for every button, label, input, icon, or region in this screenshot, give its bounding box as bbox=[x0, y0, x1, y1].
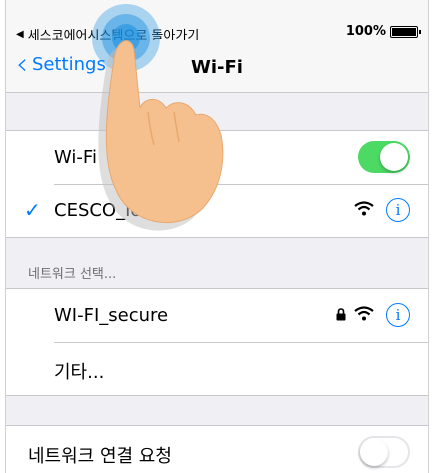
checkmark-icon: ✓ bbox=[24, 198, 41, 222]
wifi-signal-icon bbox=[354, 306, 374, 321]
network-info-button[interactable]: i bbox=[386, 198, 410, 222]
tap-gesture-hand-icon bbox=[92, 4, 224, 231]
battery-percent: 100% bbox=[345, 24, 386, 39]
battery-status: 100% bbox=[345, 24, 421, 39]
other-network-label: 기타... bbox=[54, 362, 105, 383]
ask-to-join-row: 네트워크 연결 요청 bbox=[6, 426, 428, 473]
choose-network-header: 네트워크 선택... bbox=[28, 267, 117, 282]
ask-to-join-label: 네트워크 연결 요청 bbox=[28, 446, 172, 467]
network-row[interactable]: WI-FI_secure i bbox=[6, 289, 428, 342]
ask-to-join-toggle[interactable] bbox=[358, 436, 410, 468]
phone-screen: ◀ 세스코에어시스템으로 돌아가기 100% ‹ Settings Wi-Fi … bbox=[5, 0, 429, 473]
wifi-toggle[interactable] bbox=[358, 141, 410, 173]
network-info-button[interactable]: i bbox=[386, 303, 410, 327]
wifi-signal-icon bbox=[354, 201, 374, 216]
networks-section: WI-FI_secure i 기타... bbox=[6, 288, 428, 396]
battery-icon bbox=[390, 25, 421, 38]
network-name: WI-FI_secure bbox=[54, 305, 169, 326]
ask-to-join-section: 네트워크 연결 요청 bbox=[6, 425, 428, 473]
other-network-row[interactable]: 기타... bbox=[6, 342, 428, 395]
lock-icon bbox=[336, 308, 346, 321]
back-triangle-icon: ◀ bbox=[16, 29, 24, 40]
